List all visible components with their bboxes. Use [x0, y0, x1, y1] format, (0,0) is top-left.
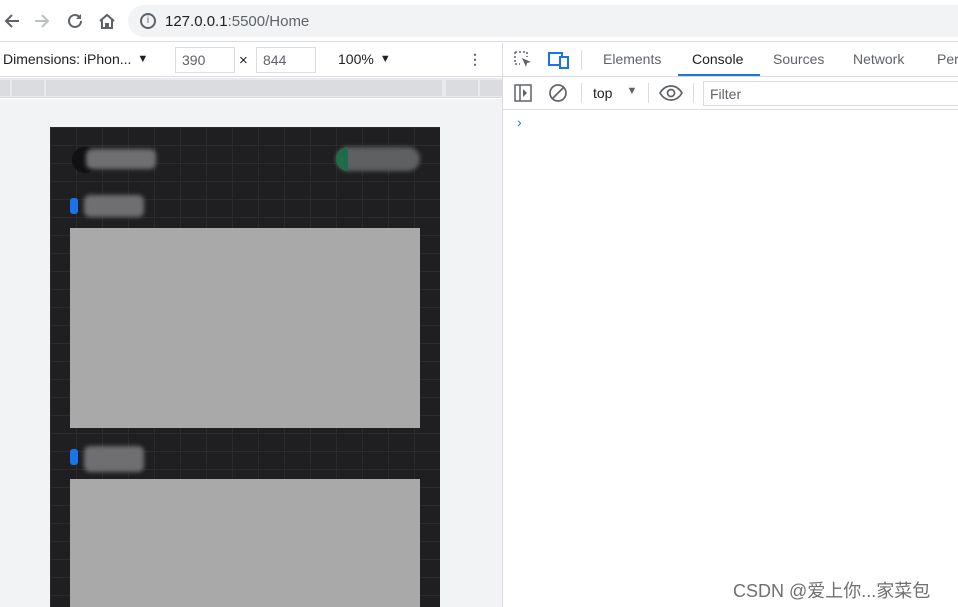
address-bar[interactable]: i 127.0.0.1:5500/Home [128, 5, 958, 37]
dimensions-label: Dimensions: iPhon... [3, 51, 132, 67]
active-tab-indicator [678, 74, 760, 76]
more-options-icon[interactable]: ⋮ [468, 51, 482, 68]
sidebar-toggle-icon[interactable] [514, 84, 532, 102]
header-button-accent [336, 147, 348, 171]
dropdown-arrow-icon: ▼ [626, 85, 638, 97]
url-path: :5500/Home [227, 12, 310, 30]
tab-sources[interactable]: Sources [773, 51, 824, 67]
content-card-2[interactable] [70, 479, 420, 607]
times-sign: × [239, 52, 248, 69]
zoom-select[interactable]: 100% ▼ [338, 51, 391, 67]
console-prompt[interactable]: › [517, 114, 522, 130]
context-value: top [593, 85, 613, 101]
blurred-section-title-1 [84, 195, 144, 217]
forward-icon[interactable] [30, 9, 54, 33]
device-toolbar: Dimensions: iPhon... ▼ 390 × 844 100% ▼ … [0, 43, 502, 77]
inspect-element-icon[interactable] [514, 51, 534, 69]
live-expression-eye-icon[interactable] [659, 85, 683, 101]
browser-toolbar: i 127.0.0.1:5500/Home [0, 0, 958, 42]
console-toolbar: top ▼ Filter [503, 77, 958, 110]
back-icon[interactable] [0, 9, 24, 33]
content-card-1[interactable] [70, 228, 420, 428]
blurred-header-button[interactable] [336, 147, 420, 171]
watermark: CSDN @爱上你...家菜包 [733, 581, 931, 601]
filter-input[interactable]: Filter [703, 81, 958, 106]
dropdown-arrow-icon: ▼ [137, 53, 149, 65]
blurred-section-title-2 [84, 446, 144, 472]
height-input[interactable]: 844 [256, 47, 316, 73]
width-input[interactable]: 390 [175, 47, 235, 73]
devtools-splitter[interactable] [502, 43, 503, 607]
reload-icon[interactable] [63, 9, 87, 33]
dimensions-select[interactable]: Dimensions: iPhon... ▼ [3, 51, 148, 67]
zoom-value: 100% [338, 51, 374, 67]
phone-screen: 1 2 [50, 127, 440, 607]
home-icon[interactable] [95, 9, 119, 33]
device-toggle-icon[interactable] [548, 51, 570, 69]
section-marker-1 [70, 198, 78, 214]
blurred-username [86, 149, 156, 169]
dropdown-arrow-icon: ▼ [379, 53, 391, 65]
tab-elements[interactable]: Elements [603, 51, 661, 67]
context-select[interactable]: top ▼ [593, 85, 637, 101]
info-icon[interactable]: i [140, 13, 156, 29]
tab-network[interactable]: Network [853, 51, 904, 67]
tab-performance[interactable]: Per [937, 51, 958, 67]
section-marker-2 [70, 449, 78, 465]
devtools-tabbar: Elements Console Sources Network Per [503, 43, 958, 77]
url-host: 127.0.0.1 [165, 12, 228, 30]
clear-console-icon[interactable] [548, 83, 568, 103]
media-query-ruler[interactable] [0, 78, 502, 98]
tab-console[interactable]: Console [692, 51, 743, 67]
